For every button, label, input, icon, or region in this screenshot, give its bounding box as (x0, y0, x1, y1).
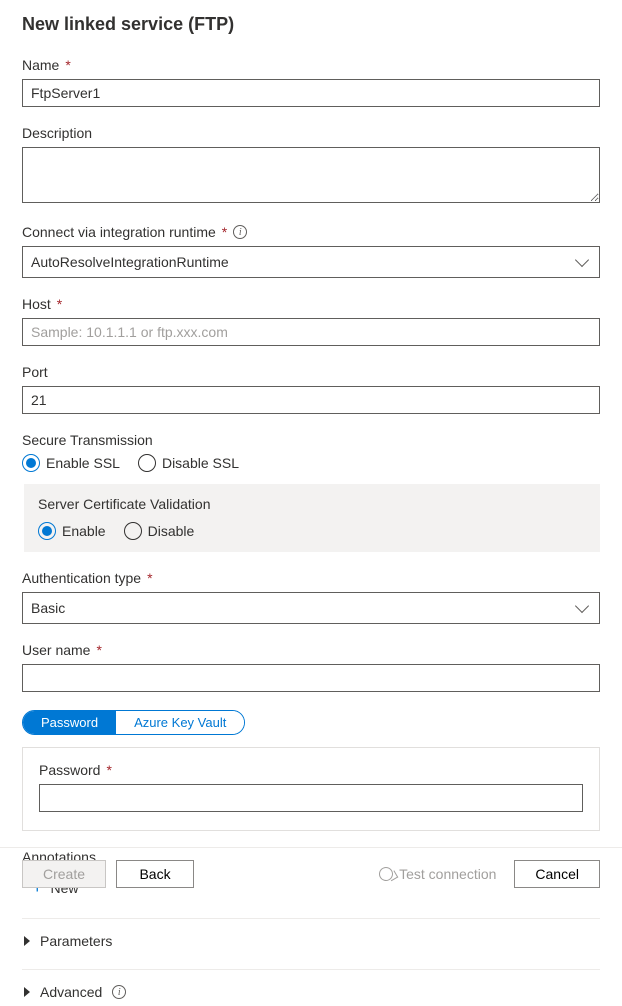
connection-icon (377, 864, 396, 883)
radio-icon (138, 454, 156, 472)
chevron-right-icon (24, 987, 30, 997)
cert-label: Server Certificate Validation (38, 496, 586, 512)
name-label: Name* (22, 57, 600, 73)
password-label: Password* (39, 762, 583, 778)
port-label: Port (22, 364, 600, 380)
divider (22, 969, 600, 970)
secure-label: Secure Transmission (22, 432, 600, 448)
runtime-label: Connect via integration runtime* i (22, 224, 600, 240)
chevron-right-icon (24, 936, 30, 946)
create-button: Create (22, 860, 106, 888)
divider (22, 918, 600, 919)
description-label: Description (22, 125, 600, 141)
description-input[interactable] (22, 147, 600, 203)
advanced-expander[interactable]: Advanced i (22, 978, 600, 1006)
username-label: User name* (22, 642, 600, 658)
test-connection-button: Test connection (371, 861, 504, 887)
enable-ssl-radio[interactable]: Enable SSL (22, 454, 120, 472)
chevron-down-icon (575, 253, 589, 267)
password-source-toggle[interactable]: Password Azure Key Vault (22, 710, 245, 735)
radio-icon (124, 522, 142, 540)
host-input[interactable] (22, 318, 600, 346)
auth-select[interactable]: Basic (22, 592, 600, 624)
cancel-button[interactable]: Cancel (514, 860, 600, 888)
radio-icon (38, 522, 56, 540)
back-button[interactable]: Back (116, 860, 194, 888)
disable-ssl-radio[interactable]: Disable SSL (138, 454, 239, 472)
page-title: New linked service (FTP) (22, 14, 600, 35)
pill-password[interactable]: Password (23, 711, 116, 734)
host-label: Host* (22, 296, 600, 312)
runtime-select[interactable]: AutoResolveIntegrationRuntime (22, 246, 600, 278)
cert-enable-radio[interactable]: Enable (38, 522, 106, 540)
pill-azure-key-vault[interactable]: Azure Key Vault (116, 711, 244, 734)
cert-disable-radio[interactable]: Disable (124, 522, 195, 540)
chevron-down-icon (575, 599, 589, 613)
parameters-expander[interactable]: Parameters (22, 927, 600, 955)
name-input[interactable] (22, 79, 600, 107)
footer: Create Back Test connection Cancel (0, 847, 622, 906)
port-input[interactable] (22, 386, 600, 414)
auth-label: Authentication type* (22, 570, 600, 586)
radio-icon (22, 454, 40, 472)
password-input[interactable] (39, 784, 583, 812)
info-icon[interactable]: i (233, 225, 247, 239)
info-icon[interactable]: i (112, 985, 126, 999)
username-input[interactable] (22, 664, 600, 692)
